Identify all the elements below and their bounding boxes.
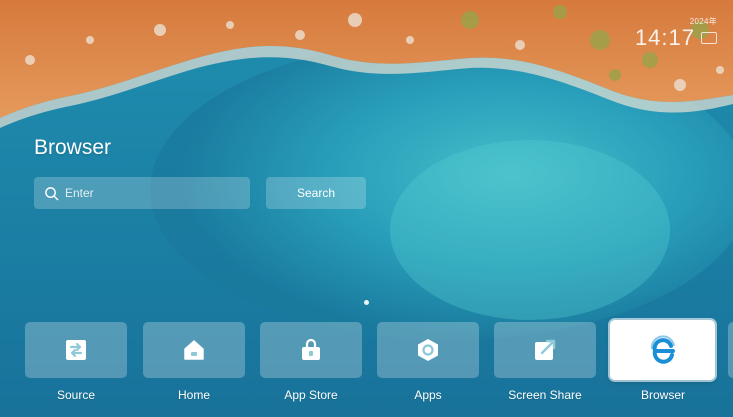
home-icon	[184, 340, 204, 360]
dock-item-app-store[interactable]	[260, 322, 362, 378]
search-box[interactable]	[34, 177, 250, 209]
search-button[interactable]: Search	[266, 177, 366, 209]
dock-label-screen-share: Screen Share	[508, 388, 582, 402]
dock-label-browser: Browser	[640, 388, 685, 402]
dock-label-home: Home	[177, 388, 210, 402]
status-bar: 2024年 14:17	[635, 16, 717, 51]
browser-title: Browser	[34, 136, 112, 159]
dock-label-source: Source	[56, 388, 96, 402]
status-time: 14:17	[634, 25, 695, 50]
dock-item-home[interactable]	[143, 322, 245, 378]
page-indicator	[364, 300, 369, 305]
browser-icon	[650, 335, 675, 364]
dock-label-apps: Apps	[414, 388, 442, 402]
dock-item-partial[interactable]	[728, 322, 733, 378]
dock-item-browser[interactable]	[610, 320, 715, 380]
dock-label-app-store: App Store	[284, 388, 338, 402]
network-icon	[701, 32, 717, 44]
dock-item-screen-share[interactable]	[494, 322, 596, 378]
dock-item-apps[interactable]	[377, 322, 479, 378]
apps-icon	[418, 339, 438, 361]
screen-share-icon	[535, 339, 556, 360]
app-dock: Source Home App Store Apps Screen Share	[0, 320, 733, 417]
source-icon	[66, 340, 86, 360]
app-store-icon	[302, 338, 320, 360]
search-input[interactable]	[65, 186, 235, 200]
search-icon	[45, 186, 59, 200]
dock-item-source[interactable]	[25, 322, 127, 378]
